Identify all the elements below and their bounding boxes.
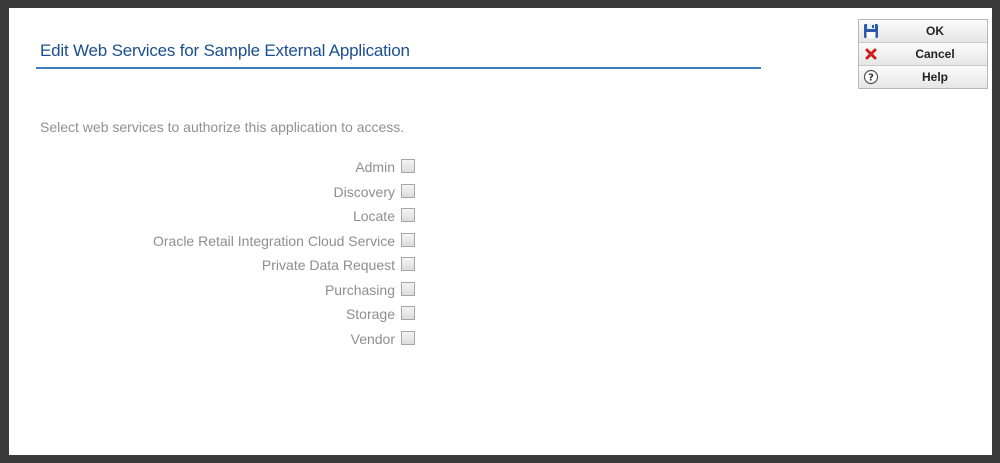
page-title: Edit Web Services for Sample External Ap… xyxy=(36,41,761,69)
service-checkbox-discovery[interactable] xyxy=(401,183,415,198)
service-checkbox-private-data-request[interactable] xyxy=(401,257,415,271)
service-label: Oracle Retail Integration Cloud Service xyxy=(152,232,395,249)
ok-button[interactable]: OK xyxy=(859,20,987,43)
service-label: Purchasing xyxy=(324,281,395,298)
service-row-vendor: Vendor xyxy=(9,328,609,353)
service-label: Storage xyxy=(345,306,395,322)
service-list: Admin Discovery Locate Oracle Retail Int… xyxy=(9,156,609,352)
service-row-private-data-request: Private Data Request xyxy=(9,254,609,279)
service-checkbox-vendor[interactable] xyxy=(401,330,415,345)
ok-button-label: OK xyxy=(926,24,944,38)
help-button[interactable]: ? Help xyxy=(859,66,987,88)
service-label: Private Data Request xyxy=(261,257,395,273)
svg-text:?: ? xyxy=(868,73,874,84)
service-row-storage: Storage xyxy=(9,303,609,328)
cancel-button[interactable]: Cancel xyxy=(859,43,987,66)
service-label: Vendor xyxy=(350,330,395,347)
service-checkbox-storage[interactable] xyxy=(401,306,415,320)
cancel-icon xyxy=(862,45,880,63)
service-row-discovery: Discovery xyxy=(9,181,609,206)
dialog-window: Edit Web Services for Sample External Ap… xyxy=(9,8,992,455)
service-checkbox-admin[interactable] xyxy=(401,159,415,173)
help-button-label: Help xyxy=(921,70,948,84)
service-row-purchasing: Purchasing xyxy=(9,279,609,304)
dialog-button-panel: OK Cancel ? Help xyxy=(858,19,988,89)
service-checkbox-purchasing[interactable] xyxy=(401,281,415,296)
service-checkbox-integration-cloud[interactable] xyxy=(401,232,415,247)
service-label: Discovery xyxy=(333,183,395,200)
save-icon xyxy=(862,22,880,40)
help-icon: ? xyxy=(862,68,880,86)
cancel-button-label: Cancel xyxy=(915,47,955,61)
service-row-admin: Admin xyxy=(9,156,609,181)
service-checkbox-locate[interactable] xyxy=(401,208,415,222)
instructions-text: Select web services to authorize this ap… xyxy=(40,119,405,135)
service-row-integration-cloud: Oracle Retail Integration Cloud Service xyxy=(9,230,609,255)
service-label: Locate xyxy=(352,208,395,224)
service-label: Admin xyxy=(355,159,395,175)
service-row-locate: Locate xyxy=(9,205,609,230)
